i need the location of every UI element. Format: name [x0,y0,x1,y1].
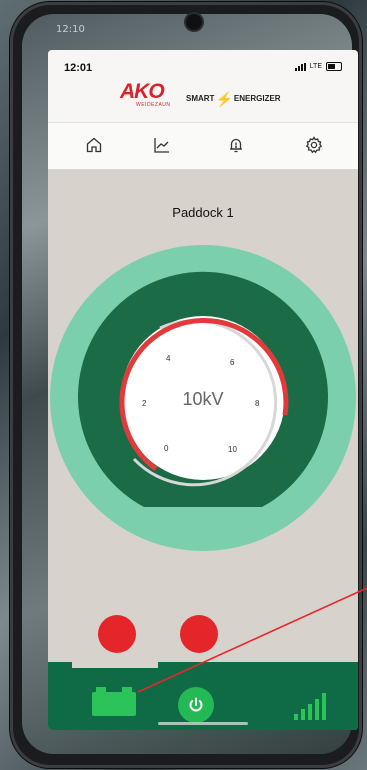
lightning-icon: ⚡ [215,90,233,107]
home-indicator [158,722,248,725]
power-icon [189,697,203,712]
home-icon [86,137,102,153]
power-button[interactable] [178,687,214,723]
phone-battery-icon [326,62,342,71]
gear-icon [305,136,323,154]
header: 12:01 LTE AKO WEIDEZAUN SMART ⚡ ENERGIZE… [48,50,358,122]
tick-6: 6 [230,358,235,367]
nav-home-button[interactable] [82,133,106,157]
ako-logo: AKO WEIDEZAUN [120,80,178,112]
tick-4: 4 [166,354,171,363]
alert-dot[interactable] [180,615,218,653]
nav-alarm-button[interactable] [224,133,248,157]
chart-icon [154,138,169,153]
status-indicators: LTE [294,62,342,71]
battery-icon[interactable] [92,687,136,716]
gauge-value-label: 10kV [182,389,223,409]
nav-bar [48,122,358,170]
logo-main: AKO [120,80,165,103]
nav-settings-button[interactable] [302,133,326,157]
tick-2: 2 [142,399,147,408]
camera-punch-hole [186,14,202,30]
status-time: 12:01 [64,62,93,74]
brand-wordmark: SMART ⚡ ENERGIZER [186,90,281,107]
alert-dot[interactable] [98,615,136,653]
nav-chart-button[interactable] [150,133,174,157]
brand-right: ENERGIZER [233,94,281,103]
network-label: LTE [309,63,322,70]
alarm-bell-icon [230,138,242,153]
paddock-title: Paddock 1 [172,205,234,220]
brand-left: SMART [186,94,215,103]
bottom-bar [48,662,358,730]
outer-status-time: 12:10 [56,24,85,35]
tick-10: 10 [228,445,237,454]
tick-0: 0 [164,444,169,453]
battery-tab-indicator [72,662,158,668]
logo-sub: WEIDEZAUN [136,102,171,108]
voltage-gauge: 0 2 4 6 8 10 10kV [50,245,356,551]
cell-signal-icon [294,62,306,71]
tick-8: 8 [255,399,260,408]
signal-bars-icon[interactable] [294,692,326,720]
app-screen: 12:01 LTE AKO WEIDEZAUN SMART ⚡ ENERGIZE… [48,50,358,730]
